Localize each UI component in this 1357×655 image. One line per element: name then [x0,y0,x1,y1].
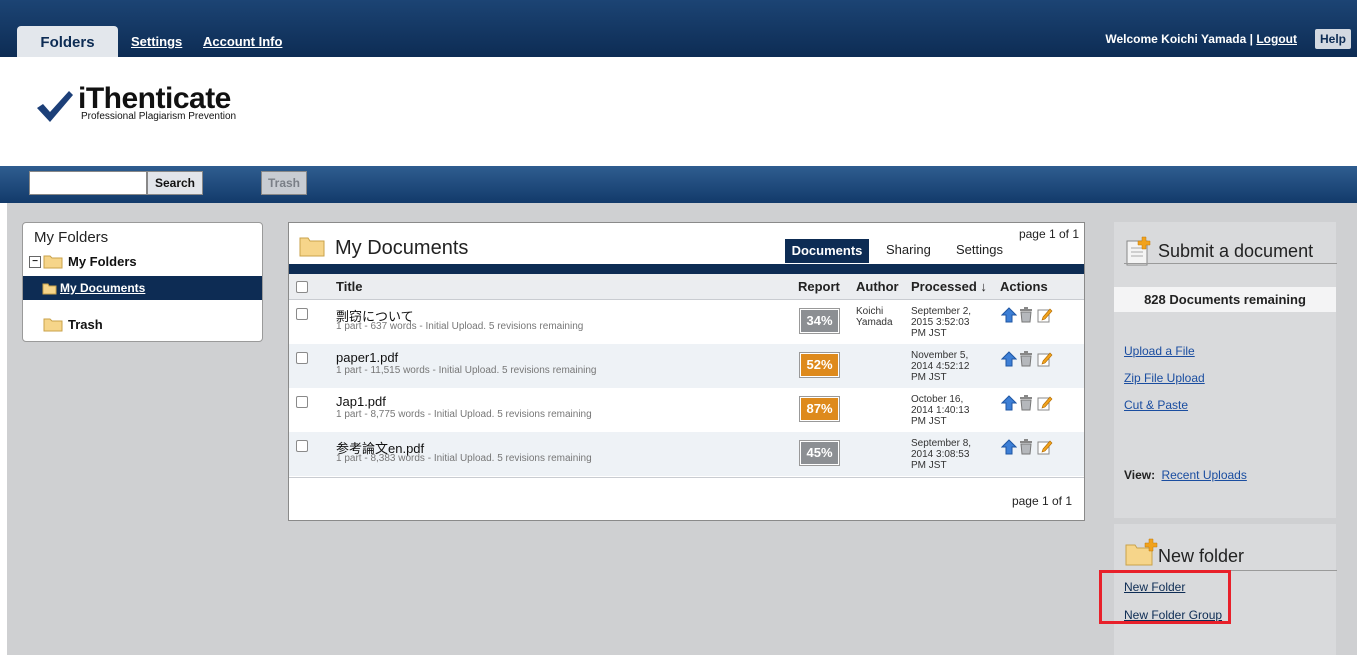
tree-item-my-documents[interactable]: My Documents [23,276,262,300]
recent-uploads-link[interactable]: Recent Uploads [1161,468,1246,482]
tab-folders[interactable]: Folders [17,26,118,57]
upload-icon[interactable] [1000,307,1018,326]
row-checkbox[interactable] [296,352,308,364]
search-bar [0,166,1357,203]
report-badge[interactable]: 87% [800,397,839,421]
select-all-checkbox[interactable] [296,281,308,293]
view-label: View: [1124,468,1156,482]
report-badge[interactable]: 34% [800,309,839,333]
table-header: Title Report Author Processed ↓ Actions [289,274,1084,300]
search-input[interactable] [29,171,147,195]
document-add-icon [1126,236,1151,266]
upload-icon[interactable] [1000,395,1018,414]
tree-label-my-folders: My Folders [68,254,137,269]
document-processed: November 5, 2014 4:52:12 PM JST [911,350,970,383]
column-report[interactable]: Report [798,279,840,294]
table-divider [289,477,1084,478]
upload-icon[interactable] [1000,439,1018,458]
folders-panel: My Folders − My Folders My Documents Tra… [22,222,263,342]
zip-upload-link[interactable]: Zip File Upload [1124,371,1205,385]
search-button[interactable]: Search [147,171,203,195]
documents-panel: My Documents Documents Sharing Settings … [288,222,1085,521]
welcome-area: Welcome Koichi Yamada | Logout [1105,32,1297,46]
table-row[interactable]: Jap1.pdf 1 part - 8,775 words - Initial … [289,388,1084,432]
trash-icon[interactable] [1019,351,1033,370]
folder-icon [299,237,325,257]
column-actions: Actions [1000,279,1048,294]
view-row: View: Recent Uploads [1124,468,1247,482]
column-processed[interactable]: Processed ↓ [911,279,987,294]
collapse-icon[interactable]: − [29,256,41,268]
submit-panel-title: Submit a document [1158,241,1314,261]
trash-icon[interactable] [1019,395,1033,414]
submit-panel: Submit a document 828 Documents remainin… [1114,222,1337,518]
document-processed: October 16, 2014 1:40:13 PM JST [911,394,970,427]
document-title[interactable]: Jap1.pdf [336,394,386,409]
document-meta: 1 part - 8,775 words - Initial Upload. 5… [336,409,592,420]
table-row[interactable]: 剽窃について 1 part - 637 words - Initial Uplo… [289,300,1084,344]
page-indicator-bottom: page 1 of 1 [1011,494,1072,508]
folder-icon [43,318,63,332]
table-row[interactable]: paper1.pdf 1 part - 11,515 words - Initi… [289,344,1084,388]
edit-icon[interactable] [1037,307,1053,326]
edit-icon[interactable] [1037,439,1053,458]
documents-header-bar [289,264,1084,274]
tree-item-my-folders[interactable]: − My Folders [23,250,262,274]
tree-label-my-documents: My Documents [60,281,146,295]
help-button[interactable]: Help [1315,29,1351,49]
welcome-text: Welcome Koichi Yamada | [1105,32,1253,46]
highlight-box [1099,570,1231,624]
edit-icon[interactable] [1037,395,1053,414]
document-title[interactable]: paper1.pdf [336,350,398,365]
edit-icon[interactable] [1037,351,1053,370]
document-meta: 1 part - 8,383 words - Initial Upload. 5… [336,453,592,464]
tab-settings[interactable]: Settings [131,34,182,49]
folder-open-icon [42,283,57,295]
row-checkbox[interactable] [296,308,308,320]
document-processed: September 2, 2015 3:52:03 PM JST [911,306,972,339]
documents-title: My Documents [335,237,469,259]
checkmark-logo-icon [37,91,73,122]
tab-doc-settings[interactable]: Settings [956,242,1003,257]
tab-sharing[interactable]: Sharing [886,242,931,257]
logout-link[interactable]: Logout [1256,32,1297,46]
upload-file-link[interactable]: Upload a File [1124,344,1195,358]
document-meta: 1 part - 11,515 words - Initial Upload. … [336,365,597,376]
column-title[interactable]: Title [336,279,363,294]
tree-item-trash[interactable]: Trash [23,313,262,337]
report-badge[interactable]: 45% [800,441,839,465]
page-indicator-top: page 1 of 1 [1018,227,1079,241]
cut-paste-link[interactable]: Cut & Paste [1124,398,1188,412]
folders-panel-title: My Folders [34,229,109,246]
report-badge[interactable]: 52% [800,353,839,377]
folder-icon [43,255,63,269]
logo-tagline: Professional Plagiarism Prevention [81,111,237,122]
new-folder-panel-title: New folder [1158,546,1245,566]
folder-add-icon [1125,538,1158,566]
divider [1124,263,1337,264]
column-author[interactable]: Author [856,279,899,294]
tab-documents[interactable]: Documents [785,239,869,263]
tab-account-info[interactable]: Account Info [203,34,282,49]
documents-remaining: 828 Documents remaining [1114,287,1336,312]
document-author: Koichi Yamada [856,306,893,328]
tree-label-trash: Trash [68,317,103,332]
upload-icon[interactable] [1000,351,1018,370]
row-checkbox[interactable] [296,396,308,408]
document-meta: 1 part - 637 words - Initial Upload. 5 r… [336,321,584,332]
row-checkbox[interactable] [296,440,308,452]
document-processed: September 8, 2014 3:08:53 PM JST [911,438,972,471]
table-row[interactable]: 参考論文en.pdf 1 part - 8,383 words - Initia… [289,432,1084,476]
trash-icon[interactable] [1019,439,1033,458]
trash-icon[interactable] [1019,307,1033,326]
trash-button[interactable]: Trash [261,171,307,195]
